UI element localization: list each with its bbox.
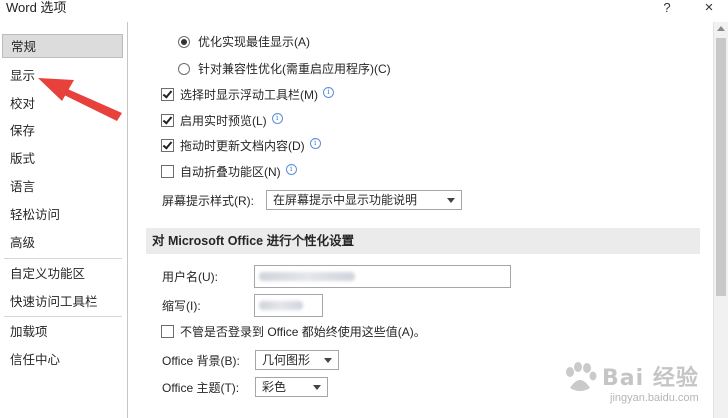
window-title: Word 选项 <box>6 0 67 15</box>
radio-unselected-icon <box>178 62 190 75</box>
help-button[interactable]: ? <box>660 0 674 16</box>
chevron-down-icon <box>313 385 321 390</box>
info-icon[interactable]: i <box>309 138 321 149</box>
radio-compatibility[interactable]: 针对兼容性优化(需重启应用程序)(C) <box>178 59 391 79</box>
checkbox-live-preview-label: 启用实时预览(L) <box>180 114 267 128</box>
checkbox-collapse-ribbon-label: 自动折叠功能区(N) <box>180 165 281 179</box>
sidebar-item-save[interactable]: 保存 <box>2 119 123 143</box>
blurred-username <box>259 272 355 281</box>
checkbox-unchecked-icon <box>161 325 174 339</box>
office-theme-label: Office 主题(T): <box>162 381 240 395</box>
sidebar-item-proofing[interactable]: 校对 <box>2 92 123 116</box>
checkbox-checked-icon <box>161 88 174 102</box>
radio-selected-icon <box>178 35 190 48</box>
office-background-select[interactable]: 几何图形 <box>255 350 339 370</box>
screentip-style-value: 在屏幕提示中显示功能说明 <box>273 193 418 207</box>
chevron-down-icon <box>447 198 455 203</box>
sidebar-divider <box>4 258 122 259</box>
personalize-section-header: 对 Microsoft Office 进行个性化设置 <box>146 228 700 254</box>
sidebar-item-language[interactable]: 语言 <box>2 175 123 199</box>
watermark-brand: Bai 经验 <box>602 366 699 391</box>
radio-best-display[interactable]: 优化实现最佳显示(A) <box>178 32 310 52</box>
scroll-up-icon[interactable] <box>717 26 725 31</box>
sidebar-divider <box>4 316 122 317</box>
sidebar-item-accessibility[interactable]: 轻松访问 <box>2 203 123 227</box>
username-label: 用户名(U): <box>162 270 218 284</box>
paw-logo-icon <box>566 362 597 391</box>
watermark-url: jingyan.baidu.com <box>610 392 699 404</box>
close-button[interactable]: × <box>700 0 718 16</box>
info-icon[interactable]: i <box>271 113 283 124</box>
sidebar-item-customize-ribbon[interactable]: 自定义功能区 <box>2 262 123 286</box>
watermark: Bai 经验 jingyan.baidu.com <box>548 356 718 414</box>
checkbox-mini-toolbar-label: 选择时显示浮动工具栏(M) <box>180 88 318 102</box>
checkbox-checked-icon <box>161 139 174 153</box>
screentip-style-select[interactable]: 在屏幕提示中显示功能说明 <box>266 190 462 210</box>
screentip-label: 屏幕提示样式(R): <box>162 194 254 208</box>
sidebar-item-layout[interactable]: 版式 <box>2 147 123 171</box>
checkbox-collapse-ribbon[interactable]: 自动折叠功能区(N) i <box>161 162 297 182</box>
checkbox-update-drag[interactable]: 拖动时更新文档内容(D) i <box>161 136 321 156</box>
checkbox-unchecked-icon <box>161 165 174 179</box>
checkbox-live-preview[interactable]: 启用实时预览(L) i <box>161 111 283 131</box>
sidebar-item-trust-center[interactable]: 信任中心 <box>2 348 123 372</box>
info-icon[interactable]: i <box>323 87 334 98</box>
sidebar-item-addins[interactable]: 加载项 <box>2 320 123 344</box>
blurred-initials <box>259 301 303 310</box>
office-theme-value: 彩色 <box>262 380 287 394</box>
checkbox-always-use[interactable]: 不管是否登录到 Office 都始终使用这些值(A)。 <box>161 322 426 342</box>
office-theme-select[interactable]: 彩色 <box>255 377 328 397</box>
radio-compatibility-label: 针对兼容性优化(需重启应用程序)(C) <box>198 62 391 76</box>
initials-input[interactable] <box>254 294 323 317</box>
options-sidebar: 常规 显示 校对 保存 版式 语言 轻松访问 高级 自定义功能区 快速访问工具栏… <box>0 22 128 418</box>
info-icon[interactable]: i <box>285 164 297 175</box>
scroll-thumb[interactable] <box>716 38 726 296</box>
title-bar: Word 选项 ? × <box>0 0 728 22</box>
sidebar-item-general[interactable]: 常规 <box>2 34 123 58</box>
username-input[interactable] <box>254 265 511 288</box>
checkbox-checked-icon <box>161 114 174 128</box>
sidebar-item-advanced[interactable]: 高级 <box>2 231 123 255</box>
chevron-down-icon <box>324 358 332 363</box>
office-background-value: 几何图形 <box>262 353 311 367</box>
checkbox-always-use-label: 不管是否登录到 Office 都始终使用这些值(A)。 <box>180 325 426 339</box>
sidebar-item-display[interactable]: 显示 <box>2 64 123 88</box>
radio-best-display-label: 优化实现最佳显示(A) <box>198 35 310 49</box>
sidebar-item-quick-access[interactable]: 快速访问工具栏 <box>2 290 123 314</box>
office-background-label: Office 背景(B): <box>162 354 240 368</box>
initials-label: 缩写(I): <box>162 299 201 313</box>
checkbox-update-drag-label: 拖动时更新文档内容(D) <box>180 139 305 153</box>
checkbox-mini-toolbar[interactable]: 选择时显示浮动工具栏(M) i <box>161 85 334 105</box>
